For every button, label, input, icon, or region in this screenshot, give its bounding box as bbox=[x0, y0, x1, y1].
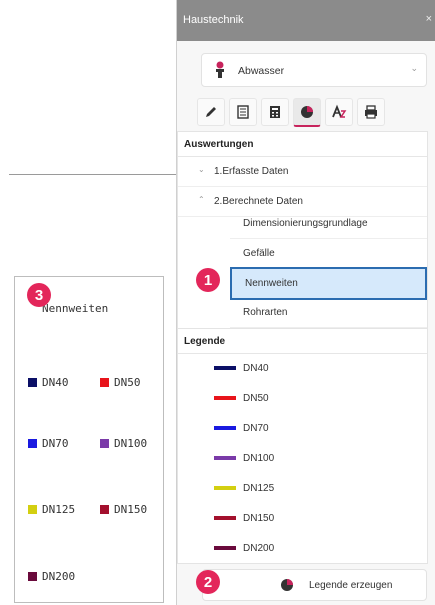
sub-item-nennweiten[interactable]: Nennweiten bbox=[230, 267, 427, 300]
drawing-legend-entry: DN200 bbox=[28, 570, 75, 583]
drawing-line bbox=[9, 174, 177, 175]
color-line bbox=[214, 456, 236, 460]
text-format-icon bbox=[332, 104, 347, 118]
legend-entry: DN100 bbox=[214, 449, 274, 467]
color-line bbox=[214, 426, 236, 430]
color-swatch bbox=[100, 439, 109, 448]
tab-calculate[interactable] bbox=[261, 98, 289, 126]
pie-chart-icon bbox=[301, 106, 313, 118]
legend-entry: DN50 bbox=[214, 389, 269, 407]
drawing-legend-entry: DN70 bbox=[28, 437, 69, 450]
drawing-legend-label: DN70 bbox=[42, 437, 69, 450]
sub-item-rohrarten[interactable]: Rohrarten bbox=[230, 298, 427, 328]
tab-text[interactable] bbox=[325, 98, 353, 126]
section-title: Auswertungen bbox=[184, 139, 254, 150]
color-line bbox=[214, 546, 236, 550]
drawing-legend-label: DN50 bbox=[114, 376, 141, 389]
legende-section: Legende DN40 DN50 DN70 DN100 DN125 DN150 bbox=[177, 328, 428, 564]
chevron-up-icon: ⌃ bbox=[198, 195, 205, 204]
tree-item-erfasste-daten[interactable]: ⌄ 1.Erfasste Daten bbox=[178, 156, 427, 187]
legend-label: DN150 bbox=[243, 512, 275, 524]
color-swatch bbox=[28, 378, 37, 387]
sub-item-label: Gefälle bbox=[243, 248, 275, 259]
tab-edit[interactable] bbox=[197, 98, 225, 126]
drawing-legend-entry: DN100 bbox=[100, 437, 147, 450]
drawing-legend-entry: DN40 bbox=[28, 376, 69, 389]
tab-evaluations[interactable] bbox=[293, 98, 321, 127]
legende-header: Legende bbox=[178, 329, 427, 354]
system-select-value: Abwasser bbox=[238, 65, 285, 77]
legend-label: DN50 bbox=[243, 392, 269, 404]
drawing-legend-label: DN40 bbox=[42, 376, 69, 389]
create-legend-button[interactable]: Legende erzeugen bbox=[202, 569, 427, 601]
printer-icon bbox=[365, 105, 377, 119]
legend-entry: DN40 bbox=[214, 359, 269, 377]
color-swatch bbox=[100, 378, 109, 387]
tree-item-label: 2.Berechnete Daten bbox=[214, 196, 303, 207]
pencil-icon bbox=[206, 107, 216, 117]
step-badge-1: 1 bbox=[196, 268, 220, 292]
section-title: Legende bbox=[184, 336, 226, 347]
drawing-legend-label: DN125 bbox=[42, 503, 76, 516]
chevron-down-icon: ⌄ bbox=[410, 63, 418, 73]
legend-entry: DN125 bbox=[214, 479, 274, 497]
sub-item-gefaelle[interactable]: Gefälle bbox=[230, 239, 427, 269]
legend-label: DN40 bbox=[243, 362, 269, 374]
pie-chart-icon bbox=[281, 579, 293, 591]
legend-label: DN70 bbox=[243, 422, 269, 434]
color-line bbox=[214, 396, 236, 400]
close-icon[interactable]: × bbox=[426, 13, 432, 25]
legend-entry: DN70 bbox=[214, 419, 269, 437]
haustechnik-panel: Haustechnik × Abwasser ⌄ Auswertungen ⌄ … bbox=[176, 0, 435, 605]
drawing-legend-entry: DN50 bbox=[100, 376, 141, 389]
document-list-icon bbox=[237, 105, 249, 119]
legend-label: DN100 bbox=[243, 452, 275, 464]
legend-entry: DN200 bbox=[214, 539, 274, 557]
legend-label: DN125 bbox=[243, 482, 275, 494]
drawing-legend-title: Nennweiten bbox=[42, 302, 109, 315]
panel-titlebar: Haustechnik × bbox=[177, 0, 435, 41]
drawing-legend-label: DN100 bbox=[114, 437, 148, 450]
tab-print[interactable] bbox=[357, 98, 385, 126]
sub-item-label: Nennweiten bbox=[245, 278, 298, 289]
drawing-legend-label: DN150 bbox=[114, 503, 148, 516]
system-select[interactable]: Abwasser ⌄ bbox=[201, 53, 427, 87]
drawing-legend-entry: DN125 bbox=[28, 503, 75, 516]
color-swatch bbox=[28, 572, 37, 581]
color-line bbox=[214, 366, 236, 370]
auswertungen-header: Auswertungen bbox=[178, 132, 427, 157]
sub-item-dimensionierungsgrundlage[interactable]: Dimensionierungsgrundlage bbox=[230, 209, 427, 239]
step-badge-3: 3 bbox=[27, 283, 51, 307]
color-swatch bbox=[100, 505, 109, 514]
color-swatch bbox=[28, 439, 37, 448]
chevron-down-icon: ⌄ bbox=[198, 165, 205, 174]
drawing-legend-label: DN200 bbox=[42, 570, 76, 583]
color-line bbox=[214, 486, 236, 490]
legend-label: DN200 bbox=[243, 542, 275, 554]
tab-list[interactable] bbox=[229, 98, 257, 126]
wastewater-icon bbox=[216, 61, 224, 78]
panel-title: Haustechnik bbox=[183, 14, 244, 26]
auswertungen-section: Auswertungen ⌄ 1.Erfasste Daten ⌃ 2.Bere… bbox=[177, 131, 428, 329]
color-swatch bbox=[28, 505, 37, 514]
sub-item-label: Dimensionierungsgrundlage bbox=[243, 218, 368, 229]
legend-entry: DN150 bbox=[214, 509, 274, 527]
step-badge-2: 2 bbox=[196, 570, 220, 594]
calculator-icon bbox=[270, 106, 280, 118]
toolbar-tabs bbox=[197, 98, 385, 127]
sub-item-label: Rohrarten bbox=[243, 307, 288, 318]
color-line bbox=[214, 516, 236, 520]
tree-item-label: 1.Erfasste Daten bbox=[214, 166, 289, 177]
create-legend-label: Legende erzeugen bbox=[309, 580, 393, 591]
drawing-legend-entry: DN150 bbox=[100, 503, 147, 516]
